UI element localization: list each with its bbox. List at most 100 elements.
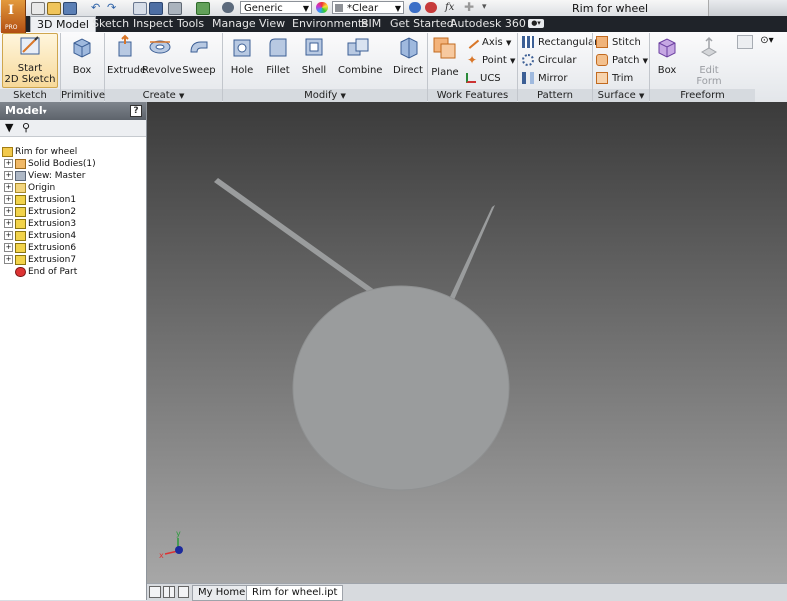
expand-icon[interactable]: + xyxy=(4,207,13,216)
panel-label-modify[interactable]: Modify ▼ xyxy=(223,89,427,102)
graphics-viewport[interactable]: x y xyxy=(147,102,787,583)
trim-label: Trim xyxy=(612,73,634,84)
ribbon-options-icon[interactable]: ●▾ xyxy=(528,19,544,28)
extrude-button[interactable]: Extrude xyxy=(107,34,146,76)
shell-button[interactable]: Shell xyxy=(296,34,332,76)
expand-icon[interactable]: + xyxy=(4,195,13,204)
patch-label: Patch xyxy=(612,55,640,66)
print-icon[interactable] xyxy=(168,2,182,15)
sweep-button[interactable]: Sweep xyxy=(181,34,217,76)
fillet-button[interactable]: Fillet xyxy=(260,34,296,76)
browser-header[interactable]: Model▾ ? xyxy=(0,102,146,120)
rectangular-pattern-button[interactable]: Rectangular xyxy=(522,36,598,49)
folder-icon xyxy=(15,182,26,193)
tree-item[interactable]: + Solid Bodies(1) xyxy=(4,158,96,170)
box-primitive-button[interactable]: Box xyxy=(64,34,100,76)
cascade-icon[interactable] xyxy=(163,586,175,598)
measure-icon[interactable]: ✚ xyxy=(464,1,476,13)
customize-icon[interactable]: ▾ xyxy=(482,2,494,13)
browser-help-icon[interactable]: ? xyxy=(130,105,142,117)
tab-autodesk-360[interactable]: Autodesk 360 xyxy=(444,16,532,32)
tree-item-label: Extrusion2 xyxy=(28,207,77,217)
expand-icon[interactable]: + xyxy=(4,171,13,180)
tree-item[interactable]: + Origin xyxy=(4,182,55,194)
combine-button[interactable]: Combine xyxy=(338,34,382,76)
circular-pattern-button[interactable]: Circular xyxy=(522,54,577,67)
tree-item-label: Extrusion4 xyxy=(28,231,77,241)
panel-label-surface[interactable]: Surface ▼ xyxy=(593,89,649,102)
panel-label-primitives: Primitives xyxy=(61,89,111,102)
ribbon-extra-icon[interactable] xyxy=(737,35,753,49)
find-icon[interactable]: ⚲ xyxy=(22,121,30,134)
expand-icon[interactable]: + xyxy=(4,183,13,192)
expand-icon[interactable]: + xyxy=(4,159,13,168)
extrusion-icon xyxy=(15,230,26,241)
freeform-box-label: Box xyxy=(657,65,677,76)
save-icon[interactable] xyxy=(63,2,77,15)
home-icon[interactable] xyxy=(133,2,147,15)
revolve-button[interactable]: Revolve xyxy=(142,34,182,76)
select-icon[interactable] xyxy=(222,2,234,13)
expand-icon[interactable]: + xyxy=(4,231,13,240)
appearance-combo[interactable]: *Clear ▼ xyxy=(332,1,404,14)
hole-label: Hole xyxy=(230,65,254,76)
appearance-override-icon[interactable] xyxy=(409,2,421,13)
save-copy-icon[interactable] xyxy=(149,2,163,15)
tree-item[interactable]: + Extrusion7 xyxy=(4,254,76,266)
freeform-box-icon xyxy=(658,38,676,58)
panel-label-create[interactable]: Create ▼ xyxy=(105,89,222,102)
document-list-icon[interactable] xyxy=(178,586,189,598)
tree-item[interactable]: + Extrusion3 xyxy=(4,218,76,230)
doc-tab-my-home[interactable]: My Home xyxy=(192,585,252,601)
expand-icon[interactable]: + xyxy=(4,219,13,228)
expand-icon[interactable]: + xyxy=(4,255,13,264)
freeform-box-button[interactable]: Box xyxy=(652,34,682,76)
application-menu-button[interactable]: I PRO xyxy=(1,0,26,33)
axis-button[interactable]: Axis ▼ xyxy=(464,35,511,50)
mirror-button[interactable]: Mirror xyxy=(522,72,567,85)
tree-item[interactable]: + View: Master xyxy=(4,170,86,182)
direct-button[interactable]: Direct xyxy=(391,34,425,76)
redo-icon[interactable]: ↷ xyxy=(107,2,119,13)
patch-button[interactable]: Patch ▼ xyxy=(596,54,648,68)
ucs-button[interactable]: UCS xyxy=(466,72,501,85)
solid-bodies-icon xyxy=(15,158,26,169)
point-button[interactable]: ✦ Point ▼ xyxy=(466,54,515,68)
stitch-button[interactable]: Stitch xyxy=(596,36,641,49)
tab-bim[interactable]: BIM xyxy=(355,16,387,32)
help-search-area[interactable] xyxy=(708,0,787,16)
tree-item[interactable]: + Extrusion6 xyxy=(4,242,76,254)
filter-icon[interactable]: ▼ xyxy=(5,121,13,134)
tree-item[interactable]: + Extrusion4 xyxy=(4,230,76,242)
tile-icon[interactable] xyxy=(149,586,161,598)
ribbon-minimize-icon[interactable]: ⊙▾ xyxy=(760,35,774,47)
tree-item-label: Solid Bodies(1) xyxy=(28,159,96,169)
undo-icon[interactable]: ↶ xyxy=(91,2,103,13)
update-icon[interactable] xyxy=(196,2,210,15)
parameters-icon[interactable]: fx xyxy=(445,2,457,13)
start-2d-sketch-button[interactable]: Start 2D Sketch xyxy=(2,33,58,88)
expand-icon[interactable]: + xyxy=(4,243,13,252)
clear-appearance-icon[interactable] xyxy=(425,2,437,13)
tree-item-label: Extrusion7 xyxy=(28,255,77,265)
tree-item[interactable]: + Extrusion2 xyxy=(4,206,76,218)
new-icon[interactable] xyxy=(31,2,45,15)
plane-button[interactable]: Plane xyxy=(429,34,461,78)
tree-item[interactable]: End of Part xyxy=(4,266,77,278)
material-value: Generic xyxy=(244,3,283,14)
tree-item-label: Extrusion1 xyxy=(28,195,77,205)
tree-item[interactable]: + Extrusion1 xyxy=(4,194,76,206)
trim-button[interactable]: Trim xyxy=(596,72,633,85)
hole-button[interactable]: Hole xyxy=(224,34,260,76)
tree-item[interactable]: Rim for wheel xyxy=(2,146,77,158)
model-browser: Model▾ ? ▼ ⚲ Rim for wheel + Solid Bodies(… xyxy=(0,102,147,600)
edit-form-button[interactable]: Edit Form xyxy=(692,34,726,87)
doc-tab-rim-for-wheel[interactable]: Rim for wheel.ipt xyxy=(246,585,344,601)
open-icon[interactable] xyxy=(47,2,61,15)
material-combo[interactable]: Generic ▼ xyxy=(240,1,312,14)
tab-tools[interactable]: Tools xyxy=(171,16,210,32)
fillet-icon xyxy=(269,38,287,57)
rim-disc xyxy=(292,285,510,491)
ucs-label: UCS xyxy=(480,73,501,84)
point-icon: ✦ xyxy=(466,53,478,67)
